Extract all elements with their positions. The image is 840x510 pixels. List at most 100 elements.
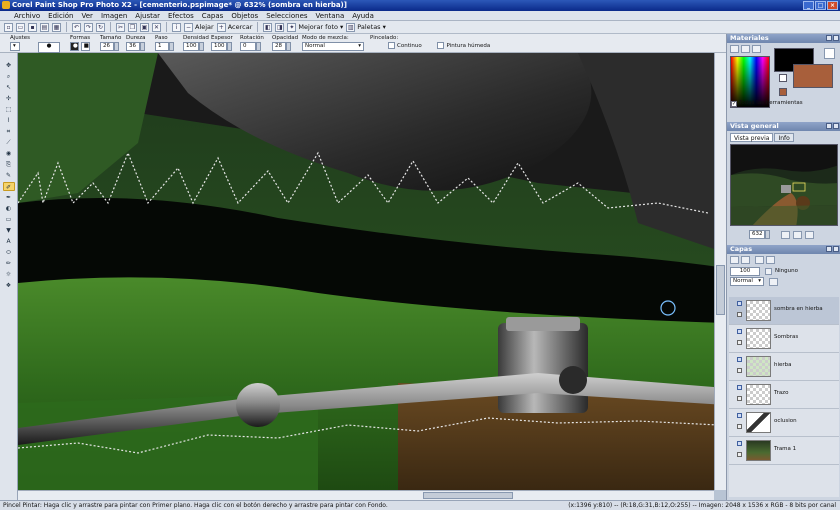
mesh-warp-icon[interactable]: ❖ — [3, 281, 15, 290]
step-input[interactable]: 1 — [155, 42, 169, 51]
layer-row-sombras[interactable]: Sombras — [729, 325, 839, 353]
clone-tool-icon[interactable]: ⎘ — [3, 160, 15, 169]
thickness-input[interactable]: 100 — [211, 42, 227, 51]
pan-tool-icon[interactable]: ✥ — [3, 61, 15, 70]
layer-lock-icon[interactable] — [737, 368, 742, 373]
lock-transparency-icon[interactable] — [769, 278, 778, 286]
print-icon[interactable]: ▤ — [40, 22, 49, 32]
layer-row-hierba[interactable]: hierba — [729, 353, 839, 381]
straighten-tool-icon[interactable]: ⟋ — [3, 138, 15, 147]
info-icon[interactable]: i — [172, 22, 181, 32]
image-canvas[interactable] — [18, 53, 726, 490]
overview-thumbnail[interactable] — [730, 144, 838, 226]
vertical-scrollbar[interactable] — [714, 53, 726, 490]
vertical-scroll-thumb[interactable] — [716, 265, 725, 315]
horizontal-scroll-thumb[interactable] — [423, 492, 513, 499]
selection-tool-icon[interactable]: ⬚ — [3, 105, 15, 114]
text-tool-icon[interactable]: A — [3, 237, 15, 246]
layer-lock-icon[interactable] — [737, 396, 742, 401]
mask-mode-label[interactable]: Ninguno — [775, 268, 798, 274]
panel-menu-icon[interactable] — [826, 246, 832, 252]
menu-efectos[interactable]: Efectos — [168, 12, 194, 20]
wet-paint-option[interactable]: Pintura húmeda — [437, 42, 490, 49]
continuous-option[interactable]: Continuo — [388, 42, 422, 49]
delete-icon[interactable]: ✕ — [152, 22, 161, 32]
warp-brush-icon[interactable]: ☼ — [3, 270, 15, 279]
minimize-button[interactable]: _ — [803, 1, 814, 10]
fg-texture-swatch[interactable] — [779, 74, 787, 82]
horizontal-scrollbar[interactable] — [18, 490, 714, 500]
layer-blend-select[interactable]: Normal ▾ — [730, 277, 764, 286]
history-icon[interactable]: ↻ — [96, 22, 105, 32]
swap-colors-icon[interactable] — [824, 48, 835, 59]
zoom-in-button[interactable]: + Acercar — [216, 22, 252, 32]
menu-capas[interactable]: Capas — [202, 12, 224, 20]
thickness-spinner[interactable] — [227, 42, 232, 51]
panel-close-icon[interactable] — [833, 123, 839, 129]
menu-archivo[interactable]: Archivo — [14, 12, 40, 20]
flood-fill-icon[interactable]: ▼ — [3, 226, 15, 235]
rotation-spinner[interactable] — [256, 42, 261, 51]
crop-tool-icon[interactable]: ⌗ — [3, 127, 15, 136]
pick-tool-icon[interactable]: ↖ — [3, 83, 15, 92]
panel-menu-icon[interactable] — [826, 123, 832, 129]
delete-layer-icon[interactable] — [766, 256, 775, 264]
pen-tool-icon[interactable]: ✏ — [3, 259, 15, 268]
lighten-darken-icon[interactable]: ◐ — [3, 204, 15, 213]
rainbow-tab-icon[interactable] — [741, 45, 750, 53]
paste-icon[interactable]: ▣ — [140, 22, 149, 32]
save-icon[interactable]: ▪ — [28, 22, 37, 32]
menu-ventana[interactable]: Ventana — [316, 12, 345, 20]
frame-icon[interactable] — [730, 45, 739, 53]
panel-menu-icon[interactable] — [826, 35, 832, 41]
red-eye-tool-icon[interactable]: ◉ — [3, 149, 15, 158]
enhance-photo-button[interactable]: ✦ Mejorar foto ▾ — [287, 22, 343, 32]
hardness-spinner[interactable] — [140, 42, 145, 51]
palettes-button[interactable]: ▥ Paletas ▾ — [346, 22, 386, 32]
tab-preview[interactable]: Vista previa — [730, 133, 774, 142]
layer-opacity-input[interactable]: 100 — [730, 267, 760, 276]
layer-lock-icon[interactable] — [737, 312, 742, 317]
menu-objetos[interactable]: Objetos — [231, 12, 258, 20]
cut-icon[interactable]: ✂ — [116, 22, 125, 32]
zoom-tool-icon[interactable]: ⌕ — [3, 72, 15, 81]
layer-row-oclusion[interactable]: oclusion — [729, 409, 839, 437]
panel-close-icon[interactable] — [833, 35, 839, 41]
visibility-eye-icon[interactable] — [737, 413, 742, 418]
browse-icon[interactable]: ▦ — [52, 22, 61, 32]
undo-icon[interactable]: ↶ — [72, 22, 81, 32]
wet-paint-checkbox[interactable] — [437, 42, 445, 49]
new-file-icon[interactable]: ▫ — [4, 22, 13, 32]
zoom-in-small-icon[interactable] — [793, 231, 802, 239]
bg-texture-swatch[interactable] — [779, 88, 787, 96]
link-icon[interactable] — [765, 268, 772, 275]
visibility-eye-icon[interactable] — [737, 357, 742, 362]
swatches-tab-icon[interactable] — [752, 45, 761, 53]
rotation-input[interactable]: 0 — [240, 42, 256, 51]
dropper-tool-icon[interactable]: ⌇ — [3, 116, 15, 125]
menu-ver[interactable]: Ver — [82, 12, 93, 20]
maximize-button[interactable]: □ — [815, 1, 826, 10]
step-spinner[interactable] — [169, 42, 174, 51]
new-mask-icon[interactable] — [741, 256, 750, 264]
preset-picker[interactable]: ▾ — [10, 42, 20, 51]
snapshot-icon[interactable]: ◧ — [263, 22, 273, 32]
round-shape-icon[interactable]: ● — [70, 42, 79, 51]
panel-close-icon[interactable] — [833, 246, 839, 252]
hardness-input[interactable]: 36 — [126, 42, 140, 51]
zoom-out-small-icon[interactable] — [781, 231, 790, 239]
brush-preview[interactable]: ● — [38, 35, 60, 53]
menu-ayuda[interactable]: Ayuda — [352, 12, 374, 20]
size-input[interactable]: 26 — [100, 42, 114, 51]
fit-window-icon[interactable] — [805, 231, 814, 239]
layer-lock-icon[interactable] — [737, 424, 742, 429]
density-spinner[interactable] — [199, 42, 204, 51]
paint-brush-tool-icon[interactable]: ✐ — [2, 182, 15, 191]
copy-icon[interactable]: ❐ — [128, 22, 137, 32]
menu-ajustar[interactable]: Ajustar — [135, 12, 160, 20]
close-button[interactable]: × — [827, 1, 838, 10]
menu-edicion[interactable]: Edición — [48, 12, 73, 20]
visibility-eye-icon[interactable] — [737, 441, 742, 446]
menu-imagen[interactable]: Imagen — [101, 12, 127, 20]
blend-mode-select[interactable]: Normal ▾ — [302, 42, 364, 51]
